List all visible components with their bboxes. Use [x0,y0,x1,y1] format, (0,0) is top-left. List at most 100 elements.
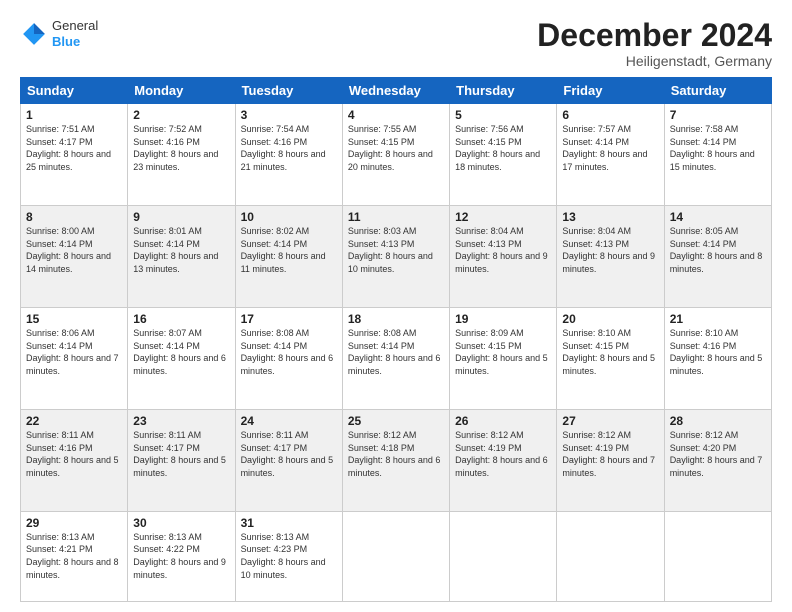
day-cell: 20 Sunrise: 8:10 AMSunset: 4:15 PMDaylig… [557,308,664,410]
day-info: Sunrise: 8:02 AMSunset: 4:14 PMDaylight:… [241,225,337,275]
day-number: 2 [133,108,229,122]
week-row-4: 22 Sunrise: 8:11 AMSunset: 4:16 PMDaylig… [21,409,772,511]
day-info: Sunrise: 8:13 AMSunset: 4:22 PMDaylight:… [133,531,229,581]
col-saturday: Saturday [664,78,771,104]
day-number: 31 [241,516,337,530]
day-info: Sunrise: 8:01 AMSunset: 4:14 PMDaylight:… [133,225,229,275]
day-cell: 19 Sunrise: 8:09 AMSunset: 4:15 PMDaylig… [450,308,557,410]
day-info: Sunrise: 7:51 AMSunset: 4:17 PMDaylight:… [26,123,122,173]
day-cell: 7 Sunrise: 7:58 AMSunset: 4:14 PMDayligh… [664,104,771,206]
logo-icon [20,20,48,48]
header-row: Sunday Monday Tuesday Wednesday Thursday… [21,78,772,104]
day-cell: 2 Sunrise: 7:52 AMSunset: 4:16 PMDayligh… [128,104,235,206]
day-cell: 26 Sunrise: 8:12 AMSunset: 4:19 PMDaylig… [450,409,557,511]
day-number: 18 [348,312,444,326]
col-sunday: Sunday [21,78,128,104]
logo-general: General [52,18,98,34]
day-number: 20 [562,312,658,326]
day-number: 23 [133,414,229,428]
day-number: 27 [562,414,658,428]
day-cell: 21 Sunrise: 8:10 AMSunset: 4:16 PMDaylig… [664,308,771,410]
day-cell: 6 Sunrise: 7:57 AMSunset: 4:14 PMDayligh… [557,104,664,206]
day-info: Sunrise: 8:09 AMSunset: 4:15 PMDaylight:… [455,327,551,377]
col-tuesday: Tuesday [235,78,342,104]
day-info: Sunrise: 8:07 AMSunset: 4:14 PMDaylight:… [133,327,229,377]
day-info: Sunrise: 8:00 AMSunset: 4:14 PMDaylight:… [26,225,122,275]
day-info: Sunrise: 8:11 AMSunset: 4:17 PMDaylight:… [241,429,337,479]
day-info: Sunrise: 8:08 AMSunset: 4:14 PMDaylight:… [241,327,337,377]
day-info: Sunrise: 8:06 AMSunset: 4:14 PMDaylight:… [26,327,122,377]
day-info: Sunrise: 8:05 AMSunset: 4:14 PMDaylight:… [670,225,766,275]
day-info: Sunrise: 7:52 AMSunset: 4:16 PMDaylight:… [133,123,229,173]
week-row-3: 15 Sunrise: 8:06 AMSunset: 4:14 PMDaylig… [21,308,772,410]
day-number: 30 [133,516,229,530]
col-monday: Monday [128,78,235,104]
week-row-2: 8 Sunrise: 8:00 AMSunset: 4:14 PMDayligh… [21,206,772,308]
day-cell: 28 Sunrise: 8:12 AMSunset: 4:20 PMDaylig… [664,409,771,511]
day-info: Sunrise: 7:58 AMSunset: 4:14 PMDaylight:… [670,123,766,173]
day-info: Sunrise: 8:12 AMSunset: 4:19 PMDaylight:… [562,429,658,479]
day-cell: 3 Sunrise: 7:54 AMSunset: 4:16 PMDayligh… [235,104,342,206]
day-number: 17 [241,312,337,326]
day-cell: 13 Sunrise: 8:04 AMSunset: 4:13 PMDaylig… [557,206,664,308]
logo-blue: Blue [52,34,98,50]
day-info: Sunrise: 8:04 AMSunset: 4:13 PMDaylight:… [562,225,658,275]
day-cell: 22 Sunrise: 8:11 AMSunset: 4:16 PMDaylig… [21,409,128,511]
day-info: Sunrise: 8:10 AMSunset: 4:16 PMDaylight:… [670,327,766,377]
day-cell: 29 Sunrise: 8:13 AMSunset: 4:21 PMDaylig… [21,511,128,601]
day-number: 9 [133,210,229,224]
location: Heiligenstadt, Germany [537,53,772,69]
calendar-table: Sunday Monday Tuesday Wednesday Thursday… [20,77,772,602]
day-cell [557,511,664,601]
day-cell: 18 Sunrise: 8:08 AMSunset: 4:14 PMDaylig… [342,308,449,410]
day-info: Sunrise: 8:03 AMSunset: 4:13 PMDaylight:… [348,225,444,275]
day-info: Sunrise: 8:12 AMSunset: 4:18 PMDaylight:… [348,429,444,479]
day-cell [342,511,449,601]
day-number: 1 [26,108,122,122]
day-number: 10 [241,210,337,224]
day-number: 19 [455,312,551,326]
day-cell: 24 Sunrise: 8:11 AMSunset: 4:17 PMDaylig… [235,409,342,511]
day-number: 13 [562,210,658,224]
day-cell: 23 Sunrise: 8:11 AMSunset: 4:17 PMDaylig… [128,409,235,511]
day-number: 21 [670,312,766,326]
day-cell: 27 Sunrise: 8:12 AMSunset: 4:19 PMDaylig… [557,409,664,511]
day-number: 6 [562,108,658,122]
day-cell: 12 Sunrise: 8:04 AMSunset: 4:13 PMDaylig… [450,206,557,308]
col-wednesday: Wednesday [342,78,449,104]
day-info: Sunrise: 8:11 AMSunset: 4:16 PMDaylight:… [26,429,122,479]
day-number: 28 [670,414,766,428]
day-cell: 15 Sunrise: 8:06 AMSunset: 4:14 PMDaylig… [21,308,128,410]
day-number: 12 [455,210,551,224]
day-number: 14 [670,210,766,224]
day-cell: 25 Sunrise: 8:12 AMSunset: 4:18 PMDaylig… [342,409,449,511]
day-info: Sunrise: 8:10 AMSunset: 4:15 PMDaylight:… [562,327,658,377]
day-info: Sunrise: 8:12 AMSunset: 4:20 PMDaylight:… [670,429,766,479]
day-cell: 14 Sunrise: 8:05 AMSunset: 4:14 PMDaylig… [664,206,771,308]
week-row-5: 29 Sunrise: 8:13 AMSunset: 4:21 PMDaylig… [21,511,772,601]
day-info: Sunrise: 7:54 AMSunset: 4:16 PMDaylight:… [241,123,337,173]
col-thursday: Thursday [450,78,557,104]
day-number: 5 [455,108,551,122]
day-cell [450,511,557,601]
header: General Blue December 2024 Heiligenstadt… [20,18,772,69]
day-cell: 1 Sunrise: 7:51 AMSunset: 4:17 PMDayligh… [21,104,128,206]
logo-text: General Blue [52,18,98,49]
day-number: 4 [348,108,444,122]
day-number: 11 [348,210,444,224]
day-cell: 10 Sunrise: 8:02 AMSunset: 4:14 PMDaylig… [235,206,342,308]
day-info: Sunrise: 8:13 AMSunset: 4:21 PMDaylight:… [26,531,122,581]
day-number: 22 [26,414,122,428]
day-info: Sunrise: 7:55 AMSunset: 4:15 PMDaylight:… [348,123,444,173]
day-info: Sunrise: 7:57 AMSunset: 4:14 PMDaylight:… [562,123,658,173]
day-cell [664,511,771,601]
day-number: 25 [348,414,444,428]
day-cell: 5 Sunrise: 7:56 AMSunset: 4:15 PMDayligh… [450,104,557,206]
day-number: 7 [670,108,766,122]
day-cell: 8 Sunrise: 8:00 AMSunset: 4:14 PMDayligh… [21,206,128,308]
week-row-1: 1 Sunrise: 7:51 AMSunset: 4:17 PMDayligh… [21,104,772,206]
day-number: 15 [26,312,122,326]
day-info: Sunrise: 8:04 AMSunset: 4:13 PMDaylight:… [455,225,551,275]
logo: General Blue [20,18,98,49]
day-number: 26 [455,414,551,428]
